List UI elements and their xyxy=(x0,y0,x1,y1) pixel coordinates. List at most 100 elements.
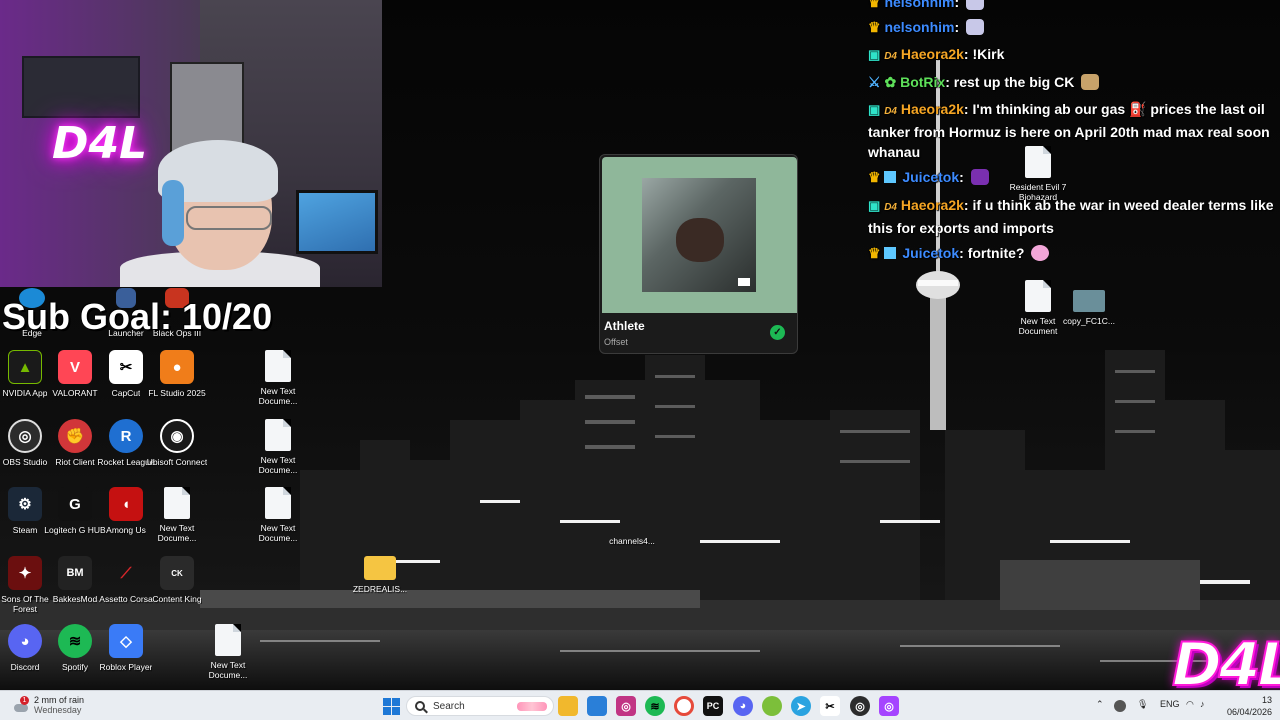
sub-badge-icon: ▣ xyxy=(868,102,881,117)
desktop-icon-new-text-2[interactable]: New Text Docume... xyxy=(246,419,310,475)
store-icon[interactable] xyxy=(587,696,607,716)
chat-message: ▣ D4 Haeora2k: I'm thinking ab our gas ⛽… xyxy=(868,101,1270,160)
weather-widget[interactable]: 1 2 mm of rain Wednesday xyxy=(12,695,84,715)
chat-text: rest up the big CK xyxy=(953,74,1075,90)
image-file-icon xyxy=(615,498,649,532)
chat-overlay: ♛ nelsonhim: ♛ nelsonhim: ▣ D4 Haeora2k:… xyxy=(868,0,1280,270)
chevron-up-icon[interactable]: ⌃ xyxy=(1096,699,1104,710)
desktop-icon-channels[interactable]: channels4... xyxy=(600,498,664,546)
chat-message: ▣ D4 Haeora2k: !Kirk xyxy=(868,46,1005,62)
text-document-icon xyxy=(215,624,241,656)
taskbar-search[interactable]: Search xyxy=(406,696,554,716)
box-badge-icon xyxy=(884,247,897,259)
crown-icon: ♛ xyxy=(868,0,881,10)
weather-alert-badge: 1 xyxy=(20,696,29,705)
webcam-overlay: D4L xyxy=(0,0,382,287)
box-badge-icon xyxy=(884,171,897,183)
sub-goal-text: Sub Goal: 10/20 xyxy=(2,296,273,337)
desktop-icon-new-text-1[interactable]: New Text Docume... xyxy=(246,350,310,406)
text-document-icon xyxy=(265,487,291,519)
track-artist: Offset xyxy=(604,337,628,347)
chat-username: Juicetok xyxy=(902,245,960,261)
capcut-taskbar-icon[interactable]: ✂ xyxy=(820,696,840,716)
chrome-icon[interactable] xyxy=(674,696,694,716)
emote-icon xyxy=(966,0,985,10)
chat-message: ♛ nelsonhim: xyxy=(868,17,1280,37)
streamer-headset xyxy=(162,180,184,246)
chat-username: nelsonhim xyxy=(884,0,955,10)
roblox-icon: ◇ xyxy=(109,624,143,658)
emote-icon xyxy=(970,169,989,185)
telegram-icon[interactable]: ➤ xyxy=(791,696,811,716)
windows-logo-icon xyxy=(383,698,391,706)
d4-badge-icon: D4 xyxy=(884,106,897,117)
desktop-icon-copy-fc[interactable]: copy_FC1C... xyxy=(1057,290,1121,326)
wifi-icon[interactable]: ◠ xyxy=(1186,699,1194,710)
windows-logo-icon-part xyxy=(383,707,391,715)
steam-icon: ⚙ xyxy=(8,487,42,521)
text-document-icon xyxy=(1025,280,1051,312)
desktop-icon-ubisoft[interactable]: ◉ Ubisoft Connect xyxy=(145,419,209,467)
start-button[interactable] xyxy=(381,696,401,716)
folder-icon xyxy=(364,556,396,580)
track-title: Athlete xyxy=(604,319,645,333)
microphone-icon[interactable]: 🎙 xyxy=(1137,699,1148,710)
capcut-icon: ✂ xyxy=(109,350,143,384)
image-file-icon xyxy=(1073,290,1105,312)
webcam-monitor xyxy=(296,190,378,254)
chat-text: !Kirk xyxy=(972,46,1005,62)
language-indicator[interactable]: ENG xyxy=(1160,699,1180,709)
desktop-icon-content-king[interactable]: CK Content King xyxy=(145,556,209,604)
chat-username: Haeora2k xyxy=(900,101,964,117)
text-document-icon xyxy=(265,350,291,382)
app-green-icon[interactable] xyxy=(762,696,782,716)
desktop-icon-zedrealis[interactable]: ZEDREALIS... xyxy=(348,556,412,594)
spotify-icon: ≋ xyxy=(58,624,92,658)
crown-icon: ♛ xyxy=(868,19,881,35)
taskbar: 1 2 mm of rain Wednesday Search ◎ ≋ PC ◕… xyxy=(0,690,1280,720)
now-playing-card[interactable]: Athlete Offset ✓ xyxy=(599,154,798,354)
emote-icon xyxy=(1031,245,1050,261)
among-us-icon: ◖ xyxy=(109,487,143,521)
obs-taskbar-icon[interactable]: ◎ xyxy=(850,696,870,716)
desktop-icon-new-text-5[interactable]: New Text Docume... xyxy=(196,624,260,680)
pc-app-icon[interactable]: PC xyxy=(703,696,723,716)
parental-advisory-badge xyxy=(738,278,750,286)
nvidia-icon: ▲ xyxy=(8,350,42,384)
text-document-icon xyxy=(164,487,190,519)
streaming-app-icon[interactable]: ◎ xyxy=(879,696,899,716)
desktop-icon-roblox[interactable]: ◇ Roblox Player xyxy=(94,624,158,672)
text-document-icon xyxy=(265,419,291,451)
windows-logo-icon-part xyxy=(392,698,400,706)
crown-icon: ♛ xyxy=(868,169,881,185)
chat-username: Haeora2k xyxy=(900,197,964,213)
spotify-taskbar-icon[interactable]: ≋ xyxy=(645,696,665,716)
cover-figure xyxy=(676,218,724,262)
emote-icon xyxy=(966,19,985,35)
wall-picture xyxy=(22,56,140,118)
desktop-icon-new-text-3[interactable]: New Text Docume... xyxy=(145,487,209,543)
clock-date: 06/04/2026 xyxy=(1226,707,1272,717)
neon-sign: D4L xyxy=(52,118,148,169)
rocket-league-icon: R xyxy=(109,419,143,453)
sub-badge-icon: ▣ xyxy=(868,198,881,213)
riot-icon: ✊ xyxy=(58,419,92,453)
ubisoft-icon: ◉ xyxy=(160,419,194,453)
chat-message: ♛ Juicetok: fortnite? xyxy=(868,243,1280,263)
sons-forest-icon: ✦ xyxy=(8,556,42,590)
fl-studio-icon: ● xyxy=(160,350,194,384)
desktop-icon-new-text-4[interactable]: New Text Docume... xyxy=(246,487,310,543)
windows-logo-icon-part xyxy=(392,707,400,715)
volume-icon[interactable]: ♪ xyxy=(1200,699,1205,709)
system-clock[interactable]: 13 06/04/2026 xyxy=(1227,694,1272,718)
streamer-glasses xyxy=(186,206,272,230)
file-explorer-icon[interactable] xyxy=(558,696,578,716)
chat-username: Juicetok xyxy=(902,169,960,185)
sub-badge-icon: ▣ xyxy=(868,47,881,62)
instagram-icon[interactable]: ◎ xyxy=(616,696,636,716)
discord-taskbar-icon[interactable]: ◕ xyxy=(733,696,753,716)
search-highlight-icon xyxy=(517,702,547,711)
desktop-icon-fl-studio[interactable]: ● FL Studio 2025 xyxy=(145,350,209,398)
tray-app-icon[interactable] xyxy=(1114,700,1126,712)
chat-username: nelsonhim xyxy=(884,19,955,35)
